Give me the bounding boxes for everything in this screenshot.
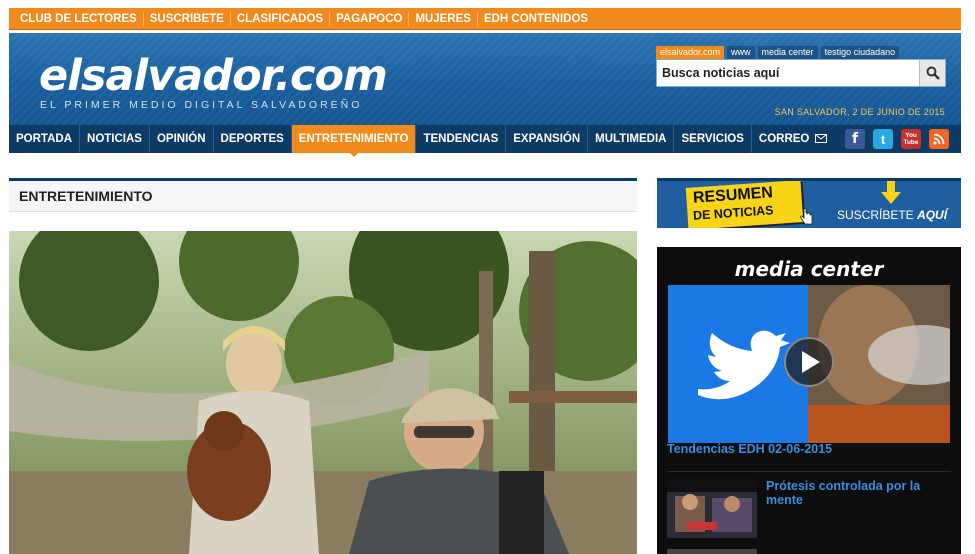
nav-correo[interactable]: CORREO — [752, 125, 834, 153]
nav-noticias[interactable]: NOTICIAS — [80, 125, 150, 153]
hand-cursor-icon — [800, 208, 813, 225]
current-date: SAN SALVADOR, 2 DE JUNIO DE 2015 — [774, 107, 945, 117]
section-header: ENTRETENIMIENTO — [9, 178, 637, 212]
nav-portada[interactable]: PORTADA — [9, 125, 81, 153]
nav-deportes[interactable]: DEPORTES — [214, 125, 292, 153]
video-caption[interactable]: Tendencias EDH 02-06-2015 — [667, 442, 832, 456]
site-logo[interactable]: elsalvador.com — [39, 51, 388, 101]
divider — [667, 471, 951, 472]
down-arrow-icon — [881, 181, 901, 204]
video-thumbnail — [668, 285, 950, 443]
social-icons: f t You Tube — [845, 129, 949, 149]
twitter-icon[interactable]: t — [873, 129, 893, 149]
list-item-thumbnail-2[interactable] — [667, 549, 757, 554]
site-slogan: EL PRIMER MEDIO DIGITAL SALVADOREÑO — [40, 99, 363, 111]
link-suscribete[interactable]: SUSCRIBETE — [144, 11, 231, 26]
scope-tab-testigo[interactable]: testigo ciudadano — [820, 46, 900, 59]
list-item-thumbnail — [667, 478, 757, 538]
link-mujeres[interactable]: MUJERES — [409, 11, 478, 26]
main-nav: PORTADA NOTICIAS OPINIÓN DEPORTES ENTRET… — [9, 125, 961, 157]
nav-expansion[interactable]: EXPANSIÓN — [506, 125, 589, 153]
list-item-title[interactable]: Prótesis controlada por la mente — [766, 479, 946, 507]
nav-multimedia[interactable]: MULTIMEDIA — [588, 125, 675, 153]
newsletter-cta-suffix: AQUÍ — [917, 208, 948, 222]
link-pagapoco[interactable]: PAGAPOCO — [330, 11, 410, 26]
scope-tab-media-center[interactable]: media center — [757, 46, 818, 59]
site-header: elsalvador.com EL PRIMER MEDIO DIGITAL S… — [9, 33, 961, 125]
link-edh-contenidos[interactable]: EDH CONTENIDOS — [478, 12, 594, 26]
youtube-icon[interactable]: You Tube — [901, 129, 921, 149]
main-article-photo[interactable] — [9, 231, 637, 554]
newsletter-banner[interactable]: RESUMEN DE NOTICIAS SUSCRÍBETE AQUÍ — [657, 178, 961, 228]
newsletter-cta-prefix: SUSCRÍBETE — [837, 208, 914, 222]
top-links-bar: CLUB DE LECTORES SUSCRIBETE CLASIFICADOS… — [9, 8, 961, 30]
search-button[interactable] — [919, 60, 945, 86]
media-center-title: media center — [734, 257, 884, 281]
play-icon[interactable] — [809, 362, 810, 363]
photo-illustration — [9, 231, 637, 554]
mail-icon — [814, 134, 827, 143]
rss-glyph-icon — [933, 133, 945, 145]
media-center-widget: media center Tendencias EDH 02-06-2015 P… — [657, 247, 961, 554]
featured-video[interactable] — [668, 285, 950, 443]
list-item[interactable]: Prótesis controlada por la mente — [667, 478, 951, 538]
scope-tab-elsalvador[interactable]: elsalvador.com — [656, 46, 725, 59]
nav-tendencias[interactable]: TENDENCIAS — [416, 125, 507, 153]
scope-tab-www[interactable]: www — [727, 46, 755, 59]
nav-servicios[interactable]: SERVICIOS — [674, 125, 752, 153]
nav-correo-label: CORREO — [758, 133, 810, 145]
search-icon — [926, 66, 940, 80]
search-scope-tabs: elsalvador.com www media center testigo … — [656, 46, 900, 59]
nav-entretenimiento[interactable]: ENTRETENIMIENTO — [291, 125, 417, 157]
facebook-icon[interactable]: f — [845, 129, 865, 149]
search-input[interactable] — [657, 60, 919, 86]
section-title: ENTRETENIMIENTO — [19, 188, 153, 204]
link-clasificados[interactable]: CLASIFICADOS — [231, 11, 331, 26]
search-box — [656, 59, 946, 87]
newsletter-cta[interactable]: SUSCRÍBETE AQUÍ — [837, 208, 947, 222]
nav-opinion[interactable]: OPINIÓN — [150, 125, 214, 153]
rss-icon[interactable] — [929, 129, 949, 149]
link-club-de-lectores[interactable]: CLUB DE LECTORES — [14, 11, 144, 26]
